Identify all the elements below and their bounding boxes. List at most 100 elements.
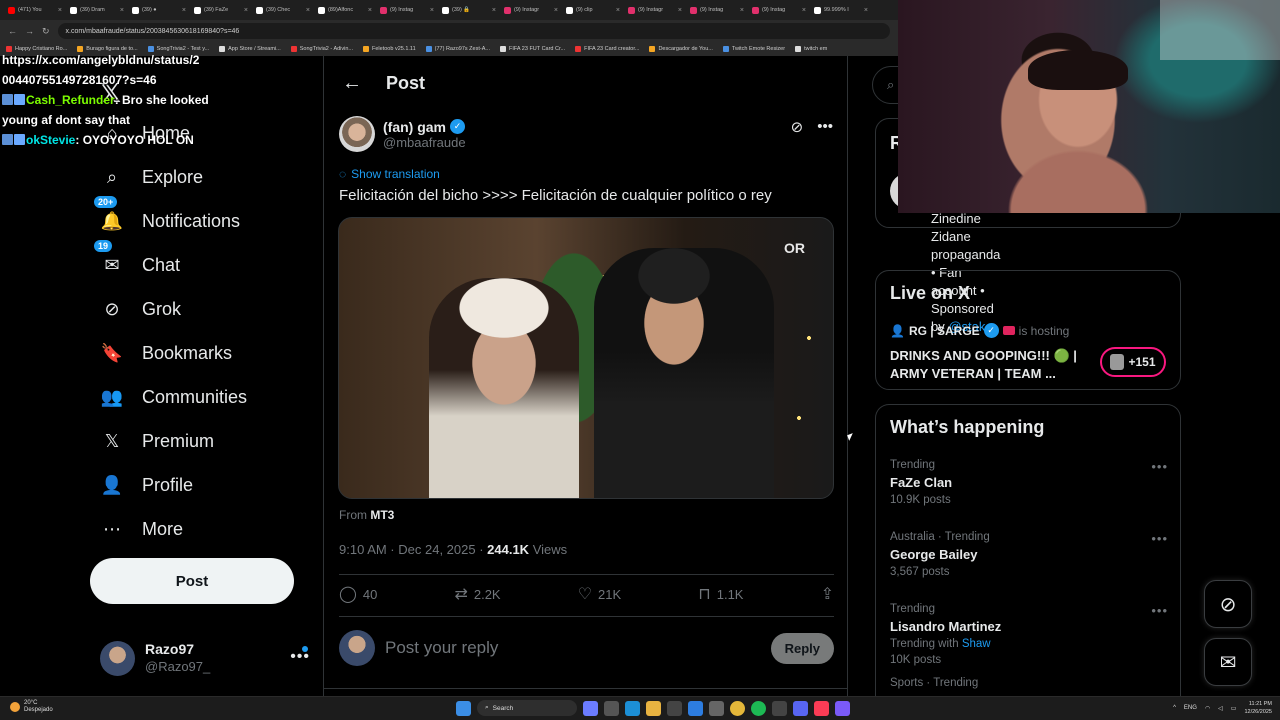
bookmark-link[interactable]: FIFA 23 FUT Card Cr... [499, 46, 565, 52]
back-nav-icon[interactable]: ← [8, 26, 17, 36]
mail-app-icon[interactable] [688, 700, 703, 716]
spotify-icon[interactable] [751, 700, 766, 716]
grok-float-button[interactable]: ⊘ [1204, 580, 1252, 628]
nav-item-premium[interactable]: 𝕏 Premium [100, 426, 214, 456]
compose-post-button[interactable]: Post [90, 558, 294, 604]
share-button[interactable]: ⇪ [821, 584, 834, 604]
file-explorer-icon[interactable] [646, 700, 661, 716]
close-tab-icon[interactable]: × [678, 7, 682, 14]
browser-tab[interactable]: (9) Instag × [376, 2, 438, 18]
trend-item[interactable]: Australia · Trending George Bailey 3,567… [890, 531, 1170, 578]
more-dots-icon[interactable]: ••• [290, 648, 310, 666]
bookmark-button[interactable]: ⊓ 1.1K [698, 584, 743, 604]
post-timestamp[interactable]: 9:10 AM · Dec 24, 2025 · [339, 542, 487, 557]
close-tab-icon[interactable]: × [492, 7, 496, 14]
close-tab-icon[interactable]: × [616, 7, 620, 14]
trend-more-icon[interactable]: ••• [1151, 531, 1168, 546]
reply-input[interactable] [385, 638, 761, 658]
nav-item-grok[interactable]: ⊘ Grok [100, 294, 181, 324]
reply-submit-button[interactable]: Reply [770, 632, 834, 664]
live-host[interactable]: 👤 RG | SARGE ✓ is hosting [890, 323, 1069, 338]
browser-tab[interactable]: (9) Instagr × [624, 2, 686, 18]
task-view-icon[interactable] [604, 700, 619, 716]
close-tab-icon[interactable]: × [554, 7, 558, 14]
edge-icon[interactable] [625, 700, 640, 716]
bookmark-link[interactable]: App Store / Streami... [219, 46, 281, 52]
bookmark-link[interactable]: Feletoob v25.1.11 [363, 46, 416, 52]
bookmark-link[interactable]: Twitch Emote Resizer [722, 46, 785, 52]
grok-icon[interactable]: ⊘ [791, 118, 804, 136]
battery-icon[interactable]: ▭ [1231, 705, 1237, 712]
app-icon[interactable] [772, 700, 787, 716]
from-source[interactable]: MT3 [370, 508, 394, 522]
account-switcher[interactable]: Razo97 @Razo97_ ••• [100, 640, 310, 676]
volume-icon[interactable]: ◁ [1218, 705, 1223, 712]
repost-button[interactable]: ⇄ 2.2K [454, 584, 500, 604]
app-icon[interactable] [709, 700, 724, 716]
store-icon[interactable] [667, 700, 682, 716]
bookmark-link[interactable]: SongTrivia2 - Adivin... [290, 46, 353, 52]
close-tab-icon[interactable]: × [368, 7, 372, 14]
trend-item[interactable]: Trending Lisandro Martinez Trending with… [890, 603, 1170, 666]
trend-item[interactable]: Trending FaZe Clan 10.9K posts ••• [890, 459, 1170, 506]
more-options-icon[interactable]: ••• [817, 118, 833, 136]
messages-float-button[interactable]: ✉ [1204, 638, 1252, 686]
trend-more-icon[interactable]: ••• [1151, 459, 1168, 474]
nav-item-more[interactable]: ⋯ More [100, 514, 183, 544]
close-tab-icon[interactable]: × [120, 7, 124, 14]
chevron-up-icon[interactable]: ^ [1173, 705, 1176, 711]
trend-with-link[interactable]: Shaw [962, 638, 991, 650]
like-button[interactable]: ♡ 21K [578, 584, 621, 604]
language-indicator[interactable]: ENG [1184, 705, 1197, 711]
browser-tab[interactable]: (89)Alfonc × [314, 2, 376, 18]
chrome-icon[interactable] [730, 700, 745, 716]
back-arrow-icon[interactable]: ← [340, 72, 364, 95]
reload-icon[interactable]: ↻ [42, 26, 50, 37]
music-icon[interactable] [814, 700, 829, 716]
url-field[interactable]: x.com/mbaafraude/status/2003845630618169… [57, 23, 890, 39]
browser-tab[interactable]: 99.999% I × [810, 2, 872, 18]
browser-tab[interactable]: (39) Chec × [252, 2, 314, 18]
trend-item-partial[interactable]: Sports · Trending [890, 677, 1170, 691]
show-translation-link[interactable]: ◌ Show translation [339, 167, 440, 181]
taskbar-search[interactable]: ⌕ Search [477, 700, 577, 716]
bookmark-link[interactable]: Descargador de You... [649, 46, 713, 52]
browser-tab[interactable]: (9) Instag × [686, 2, 748, 18]
author-handle[interactable]: @mbaafraude [383, 135, 466, 150]
browser-tab[interactable]: (9) Instagr × [500, 2, 562, 18]
nav-item-bookmarks[interactable]: 🔖 Bookmarks [100, 338, 232, 368]
trend-more-icon[interactable]: ••• [1151, 603, 1168, 618]
browser-tab[interactable]: (9) clip × [562, 2, 624, 18]
join-live-button[interactable]: +151 [1100, 347, 1166, 377]
clock[interactable]: 11:21 PM 12/26/2025 [1244, 700, 1272, 716]
obs-icon[interactable] [835, 700, 850, 716]
live-stream-title[interactable]: DRINKS AND GOOPING!!! 🟢 | ARMY VETERAN |… [890, 347, 1086, 383]
close-tab-icon[interactable]: × [244, 7, 248, 14]
browser-tab[interactable]: (471) You × [4, 2, 66, 18]
bookmark-link[interactable]: (77) Razo97s Zest-A... [425, 46, 490, 52]
bookmark-link[interactable]: twitch em [795, 46, 827, 52]
bookmark-link[interactable]: FIFA 23 Card creator... [575, 46, 639, 52]
close-tab-icon[interactable]: × [182, 7, 186, 14]
browser-tab[interactable]: (39) 🔒 × [438, 2, 500, 18]
nav-item-communities[interactable]: 👥 Communities [100, 382, 247, 412]
close-tab-icon[interactable]: × [58, 7, 62, 14]
nav-item-profile[interactable]: 👤 Profile [100, 470, 193, 500]
nav-item-explore[interactable]: ⌕ Explore [100, 162, 203, 192]
nav-item-notifications[interactable]: 🔔 20+ Notifications [94, 196, 240, 236]
post-author[interactable]: (fan) gam ✓ @mbaafraude [339, 116, 466, 152]
wifi-icon[interactable]: ◠ [1205, 705, 1210, 712]
browser-tab[interactable]: (39) Dram × [66, 2, 128, 18]
reply-button[interactable]: ◯ 40 [339, 584, 377, 604]
weather-widget[interactable]: 20°C Despejado [10, 700, 53, 714]
close-tab-icon[interactable]: × [740, 7, 744, 14]
browser-tab[interactable]: (39) FaZe × [190, 2, 252, 18]
close-tab-icon[interactable]: × [864, 7, 868, 14]
author-name[interactable]: (fan) gam [383, 119, 446, 135]
copilot-icon[interactable] [583, 700, 598, 716]
discord-icon[interactable] [793, 700, 808, 716]
nav-item-chat[interactable]: ✉ 19 Chat [94, 240, 180, 280]
close-tab-icon[interactable]: × [802, 7, 806, 14]
close-tab-icon[interactable]: × [430, 7, 434, 14]
close-tab-icon[interactable]: × [306, 7, 310, 14]
